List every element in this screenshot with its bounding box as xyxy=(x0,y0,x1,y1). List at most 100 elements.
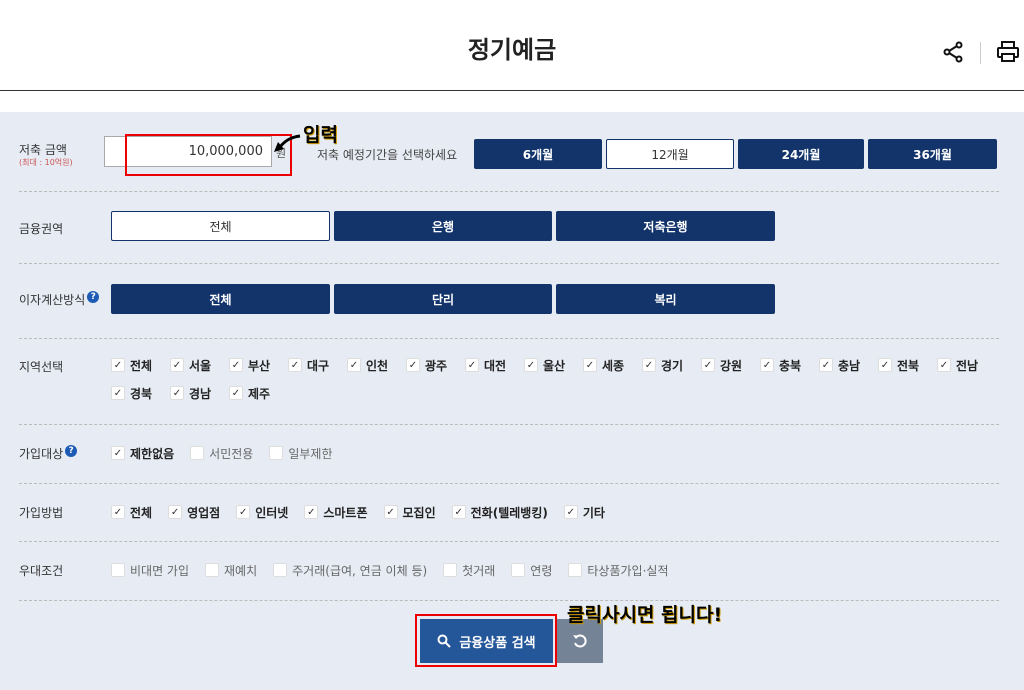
checkbox-label: 첫거래 xyxy=(462,563,496,578)
arrow-annotation-icon xyxy=(274,134,301,152)
checkbox-label: 타상품가입·실적 xyxy=(587,563,669,578)
highlight-search xyxy=(415,614,557,667)
period-12m-button[interactable]: 12개월 xyxy=(606,139,734,169)
checkbox-checked-icon[interactable]: ✓ xyxy=(451,505,466,519)
region-checkbox[interactable]: ✓ 충북 xyxy=(760,357,819,373)
checkbox-checked-icon[interactable]: ✓ xyxy=(111,446,125,460)
benefit-checkbox[interactable]: 타상품가입·실적 xyxy=(568,562,669,578)
checkbox-label: 인천 xyxy=(366,358,389,373)
share-icon[interactable] xyxy=(941,40,965,64)
checkbox-checked-icon[interactable]: ✓ xyxy=(642,358,656,372)
checkbox-checked-icon[interactable]: ✓ xyxy=(563,505,578,519)
sector-savings-bank-button[interactable]: 저축은행 xyxy=(556,211,775,241)
region-checkbox[interactable]: ✓ 전남 xyxy=(937,357,996,373)
region-checkbox[interactable]: ✓ 경남 xyxy=(170,385,229,401)
benefit-checkbox[interactable]: 재예치 xyxy=(205,562,257,578)
checkbox-checked-icon[interactable]: ✓ xyxy=(760,358,774,372)
region-checkbox[interactable]: ✓ 충남 xyxy=(819,357,878,373)
method-checkbox[interactable]: ✓ 기타 xyxy=(563,504,605,520)
sector-bank-button[interactable]: 은행 xyxy=(334,211,552,241)
checkbox-label: 서민전용 xyxy=(209,446,254,461)
method-checkbox[interactable]: ✓ 스마트폰 xyxy=(304,504,368,520)
region-checkbox[interactable]: ✓ 세종 xyxy=(583,357,642,373)
checkbox-label: 강원 xyxy=(720,358,743,373)
checkbox-checked-icon[interactable]: ✓ xyxy=(878,358,892,372)
checkbox-label: 인터넷 xyxy=(255,505,289,520)
checkbox-unchecked-icon[interactable] xyxy=(269,446,284,460)
benefit-checkbox[interactable]: 주거래(급여, 연금 이체 등) xyxy=(273,562,427,578)
region-checkbox[interactable]: ✓ 부산 xyxy=(229,357,288,373)
region-checkbox[interactable]: ✓ 대전 xyxy=(465,357,524,373)
region-checkbox[interactable]: ✓ 경기 xyxy=(642,357,701,373)
checkbox-unchecked-icon[interactable] xyxy=(568,563,583,577)
region-checkbox[interactable]: ✓ 울산 xyxy=(524,357,583,373)
checkbox-unchecked-icon[interactable] xyxy=(273,563,288,577)
benefit-checkbox[interactable]: 연령 xyxy=(511,562,552,578)
region-checkbox[interactable]: ✓ 제주 xyxy=(229,385,288,401)
region-checkbox[interactable]: ✓ 경북 xyxy=(111,385,170,401)
period-24m-button[interactable]: 24개월 xyxy=(738,139,864,169)
method-checkbox[interactable]: ✓ 전화(텔레뱅킹) xyxy=(451,504,548,520)
checkbox-checked-icon[interactable]: ✓ xyxy=(229,386,243,400)
checkbox-checked-icon[interactable]: ✓ xyxy=(937,358,951,372)
checkbox-checked-icon[interactable]: ✓ xyxy=(304,505,319,519)
checkbox-unchecked-icon[interactable] xyxy=(511,563,526,577)
checkbox-label: 제주 xyxy=(248,386,271,401)
region-checkbox[interactable]: ✓ 서울 xyxy=(170,357,229,373)
method-checkbox[interactable]: ✓ 영업점 xyxy=(168,504,220,520)
region-checkbox[interactable]: ✓ 대구 xyxy=(288,357,347,373)
checkbox-unchecked-icon[interactable] xyxy=(190,446,205,460)
method-checkbox[interactable]: ✓ 전체 xyxy=(111,504,152,520)
checkbox-unchecked-icon[interactable] xyxy=(443,563,458,577)
checkbox-label: 기타 xyxy=(582,505,605,520)
checkbox-checked-icon[interactable]: ✓ xyxy=(111,386,125,400)
checkbox-label: 모집인 xyxy=(402,505,436,520)
target-checkbox[interactable]: 일부제한 xyxy=(269,445,333,461)
help-icon[interactable]: ? xyxy=(87,291,100,303)
region-checkbox[interactable]: ✓ 전북 xyxy=(878,357,937,373)
checkbox-checked-icon[interactable]: ✓ xyxy=(583,358,597,372)
benefit-checkbox[interactable]: 첫거래 xyxy=(443,562,495,578)
region-checkbox[interactable]: ✓ 전체 xyxy=(111,357,170,373)
target-checkbox[interactable]: 서민전용 xyxy=(190,445,253,461)
checkbox-checked-icon[interactable]: ✓ xyxy=(465,358,479,372)
checkbox-checked-icon[interactable]: ✓ xyxy=(524,358,538,372)
amount-label: 저축 금액 xyxy=(19,143,67,157)
checkbox-checked-icon[interactable]: ✓ xyxy=(170,358,184,372)
checkbox-checked-icon[interactable]: ✓ xyxy=(406,358,420,372)
divider xyxy=(19,483,999,484)
region-checkbox[interactable]: ✓ 인천 xyxy=(347,357,406,373)
interest-all-button[interactable]: 전체 xyxy=(111,284,330,314)
checkbox-checked-icon[interactable]: ✓ xyxy=(819,358,833,372)
checkbox-checked-icon[interactable]: ✓ xyxy=(383,505,398,519)
checkbox-checked-icon[interactable]: ✓ xyxy=(288,358,302,372)
period-36m-button[interactable]: 36개월 xyxy=(868,139,997,169)
method-checkbox[interactable]: ✓ 모집인 xyxy=(383,504,436,520)
checkbox-unchecked-icon[interactable] xyxy=(111,563,125,577)
checkbox-checked-icon[interactable]: ✓ xyxy=(111,358,125,372)
checkbox-checked-icon[interactable]: ✓ xyxy=(347,358,361,372)
benefit-checkboxes: 비대면 가입 재예치 주거래(급여, 연금 이체 등) 첫거래 연령 타상품가입·실적 xyxy=(111,562,1011,578)
checkbox-checked-icon[interactable]: ✓ xyxy=(168,505,183,519)
checkbox-unchecked-icon[interactable] xyxy=(205,563,220,577)
method-checkbox[interactable]: ✓ 인터넷 xyxy=(236,504,288,520)
print-icon[interactable] xyxy=(996,40,1020,64)
checkbox-checked-icon[interactable]: ✓ xyxy=(229,358,243,372)
region-checkbox[interactable]: ✓ 광주 xyxy=(406,357,465,373)
region-checkbox[interactable]: ✓ 강원 xyxy=(701,357,760,373)
sector-all-button[interactable]: 전체 xyxy=(111,211,330,241)
period-6m-button[interactable]: 6개월 xyxy=(474,139,602,169)
checkbox-checked-icon[interactable]: ✓ xyxy=(236,505,251,519)
checkbox-checked-icon[interactable]: ✓ xyxy=(701,358,715,372)
checkbox-checked-icon[interactable]: ✓ xyxy=(111,505,125,519)
region-checkboxes: ✓ 전체 ✓ 서울 ✓ 부산 ✓ 대구 ✓ 인천 ✓ 광주 ✓ 대전 ✓ 울산 ✓ 세종 ✓ 경기 ✓ 강원 ✓ 충북 ✓ 충남 ✓… xyxy=(111,357,1011,401)
interest-simple-button[interactable]: 단리 xyxy=(334,284,552,314)
method-label: 가입방법 xyxy=(19,506,64,520)
target-checkbox[interactable]: ✓ 제한없음 xyxy=(111,445,174,461)
checkbox-checked-icon[interactable]: ✓ xyxy=(170,386,184,400)
reset-icon xyxy=(573,634,587,648)
interest-compound-button[interactable]: 복리 xyxy=(556,284,775,314)
checkbox-label: 영업점 xyxy=(187,505,221,520)
benefit-checkbox[interactable]: 비대면 가입 xyxy=(111,562,189,578)
help-icon[interactable]: ? xyxy=(65,445,78,457)
